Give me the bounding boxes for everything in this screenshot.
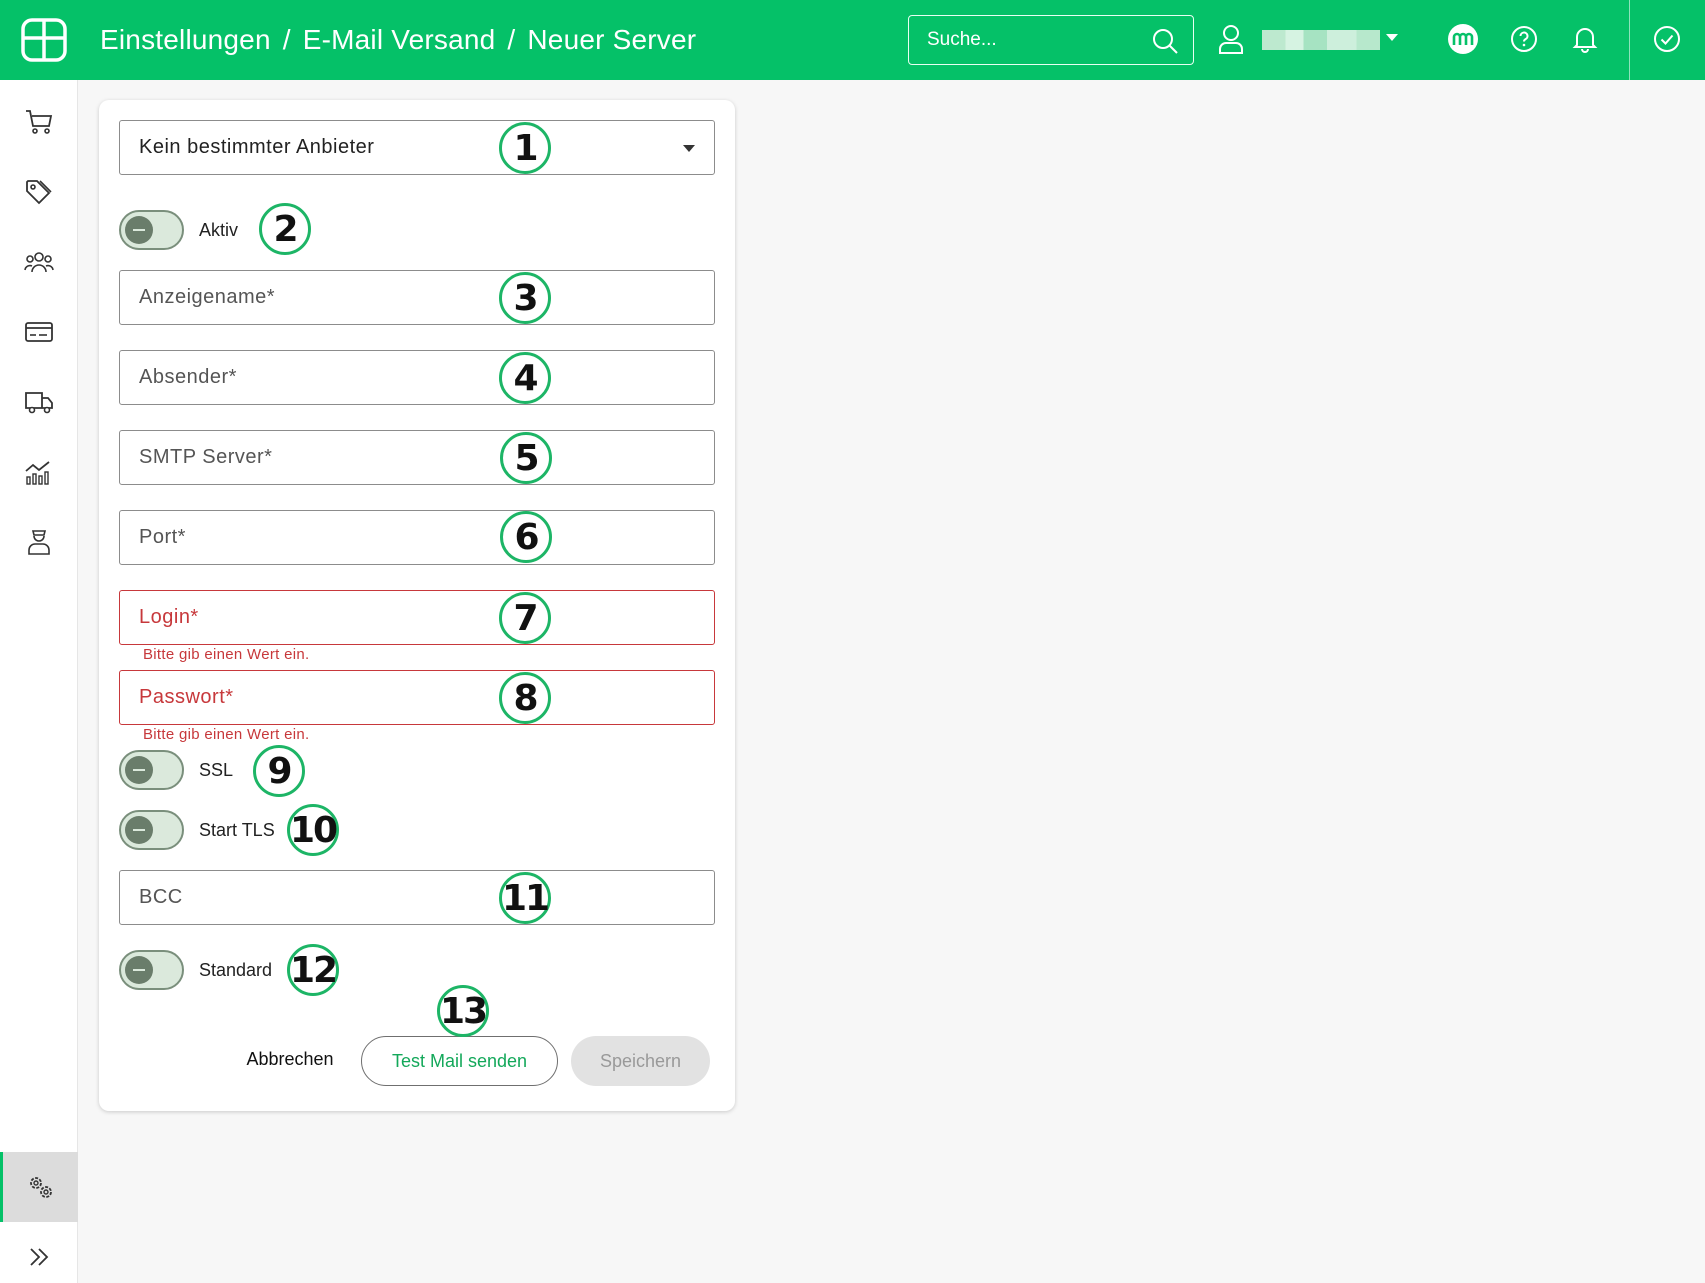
smtp-server-field[interactable]: SMTP Server* [119, 430, 715, 485]
marketplace-icon[interactable] [1446, 22, 1480, 56]
port-field[interactable]: Port* [119, 510, 715, 565]
breadcrumb-separator: / [507, 24, 516, 55]
login-field[interactable]: Login* [119, 590, 715, 645]
search-input[interactable] [927, 29, 1137, 51]
breadcrumb: Einstellungen / E-Mail Versand / Neuer S… [100, 0, 696, 80]
tags-icon [26, 180, 52, 205]
top-bar-divider [1629, 0, 1630, 80]
smtp-server-label: SMTP Server* [139, 446, 273, 468]
check-circle-icon[interactable] [1650, 22, 1684, 56]
chart-icon [25, 461, 50, 485]
bcc-label: BCC [139, 886, 183, 908]
provider-select-value: Kein bestimmter Anbieter [139, 136, 375, 158]
provider-select[interactable]: Kein bestimmter Anbieter [119, 120, 715, 175]
bell-icon[interactable] [1568, 22, 1602, 56]
toggle-active-label: Aktiv [199, 219, 239, 240]
annotation-badge-7: 7 [499, 592, 551, 644]
sidebar-item-staff[interactable] [0, 507, 78, 577]
annotation-badge-3: 3 [499, 272, 551, 324]
send-test-mail-button[interactable]: Test Mail senden [361, 1036, 558, 1086]
breadcrumb-current: Neuer Server [527, 24, 697, 55]
toggle-switch[interactable] [119, 210, 184, 250]
annotation-badge-8: 8 [499, 672, 551, 724]
users-icon [24, 252, 54, 273]
cancel-button[interactable]: Abbrechen [240, 1041, 340, 1077]
annotation-badge-12: 12 [287, 944, 339, 996]
toggle-switch[interactable] [119, 750, 184, 790]
password-field[interactable]: Passwort* [119, 670, 715, 725]
sidebar-expand[interactable] [0, 1222, 78, 1283]
toggle-switch[interactable] [119, 810, 184, 850]
breadcrumb-separator: / [282, 24, 291, 55]
toggle-starttls-label: Start TLS [199, 819, 275, 840]
toggle-standard-label: Standard [199, 959, 273, 980]
sidebar-item-customers[interactable] [0, 227, 78, 297]
login-error-message: Bitte gib einen Wert ein. [143, 646, 310, 663]
port-label: Port* [139, 526, 186, 548]
bcc-field[interactable]: BCC [119, 870, 715, 925]
chevron-down-icon[interactable] [1386, 34, 1398, 41]
cart-icon [26, 110, 53, 134]
sidebar-item-products[interactable] [0, 157, 78, 227]
card-icon [25, 322, 53, 342]
sidebar-item-orders[interactable] [0, 87, 78, 157]
search-box[interactable] [908, 15, 1194, 65]
sender-field[interactable]: Absender* [119, 350, 715, 405]
toggle-standard[interactable]: Standard [119, 950, 272, 990]
display-name-field[interactable]: Anzeigename* [119, 270, 715, 325]
annotation-badge-9: 9 [253, 745, 305, 797]
toggle-ssl-label: SSL [199, 759, 234, 780]
user-icon[interactable] [1218, 24, 1244, 54]
display-name-label: Anzeigename* [139, 286, 276, 308]
sidebar-item-shipping[interactable] [0, 367, 78, 437]
annotation-badge-4: 4 [499, 352, 551, 404]
annotation-badge-13: 13 [437, 985, 489, 1037]
annotation-badge-6: 6 [500, 511, 552, 563]
toggle-starttls[interactable]: Start TLS [119, 810, 275, 850]
password-label: Passwort* [139, 686, 234, 708]
help-icon[interactable] [1507, 22, 1541, 56]
gears-icon [29, 1177, 52, 1198]
breadcrumb-email-versand[interactable]: E-Mail Versand [303, 24, 496, 56]
app-logo[interactable] [20, 17, 68, 63]
annotation-badge-1: 1 [499, 122, 551, 174]
annotation-badge-5: 5 [500, 432, 552, 484]
toggle-ssl[interactable]: SSL [119, 750, 233, 790]
search-icon[interactable] [1151, 27, 1179, 55]
password-error-message: Bitte gib einen Wert ein. [143, 726, 310, 743]
sidebar-item-payments[interactable] [0, 297, 78, 367]
truck-icon [25, 392, 53, 414]
save-button[interactable]: Speichern [571, 1036, 710, 1086]
login-label: Login* [139, 606, 199, 628]
toggle-switch[interactable] [119, 950, 184, 990]
sidebar-item-statistics[interactable] [0, 437, 78, 507]
employee-icon [28, 530, 50, 555]
breadcrumb-einstellungen[interactable]: Einstellungen [100, 24, 271, 56]
chevron-down-icon [683, 145, 695, 152]
annotation-badge-10: 10 [287, 804, 339, 856]
chevrons-right-icon [30, 1248, 49, 1266]
toggle-active[interactable]: Aktiv [119, 210, 238, 250]
top-bar: Einstellungen / E-Mail Versand / Neuer S… [0, 0, 1705, 80]
sidebar-item-settings[interactable] [0, 1152, 78, 1222]
user-name-redacted[interactable] [1262, 30, 1380, 50]
annotation-badge-11: 11 [499, 872, 551, 924]
sidebar [0, 80, 78, 1283]
annotation-badge-2: 2 [259, 203, 311, 255]
sender-label: Absender* [139, 366, 237, 388]
